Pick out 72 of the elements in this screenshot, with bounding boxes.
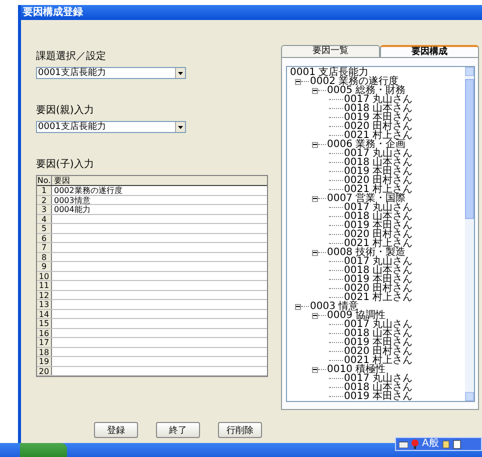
- tree-item[interactable]: 0019 本田さん: [343, 392, 413, 401]
- tab[interactable]: 要因構成: [380, 45, 479, 57]
- collapse-icon[interactable]: [312, 142, 318, 148]
- tree-item[interactable]: 0019 本田さん: [343, 113, 413, 122]
- tree-item[interactable]: 0019 本田さん: [343, 167, 413, 176]
- collapse-icon[interactable]: [295, 78, 301, 84]
- tree-item[interactable]: 0009 協調性: [326, 311, 386, 320]
- tree-item[interactable]: 0008 技術・製造: [326, 248, 406, 257]
- action-button[interactable]: 登録: [94, 422, 138, 438]
- tree-item[interactable]: 0017 丸山さん: [343, 203, 413, 212]
- row-number: 17: [37, 338, 52, 346]
- tree-item[interactable]: 0017 丸山さん: [343, 320, 413, 329]
- tab[interactable]: 要因一覧: [281, 45, 380, 57]
- table-cell[interactable]: 0003情意: [52, 196, 267, 204]
- collapse-icon[interactable]: [312, 196, 318, 202]
- tree-item[interactable]: 0021 村上さん: [343, 185, 413, 194]
- tree-item[interactable]: 0006 業務・企画: [326, 140, 406, 149]
- tree-item[interactable]: 0021 村上さん: [343, 239, 413, 248]
- ime-mode[interactable]: A般: [422, 438, 439, 450]
- row-number: 11: [37, 281, 52, 290]
- tree-item[interactable]: 0007 営業・国際: [326, 194, 406, 203]
- tree-item[interactable]: 0017 丸山さん: [343, 374, 413, 383]
- dropdown-field[interactable]: 0001支店長能力: [36, 121, 186, 133]
- dropdown-field[interactable]: 0001支店長能力: [36, 67, 186, 79]
- tree-item[interactable]: 0020 田村さん: [343, 230, 413, 239]
- row-number: 9: [37, 262, 52, 270]
- row-number: 3: [37, 205, 52, 214]
- tree-item[interactable]: 0019 本田さん: [343, 221, 413, 230]
- tree-item[interactable]: 0021 村上さん: [343, 293, 413, 302]
- row-number: 15: [37, 319, 52, 328]
- tree-item[interactable]: 0019 本田さん: [343, 338, 413, 347]
- start-button[interactable]: [20, 443, 67, 457]
- tree-item[interactable]: 0020 田村さん: [343, 347, 413, 356]
- tree-item[interactable]: 0005 総務・財務: [326, 86, 406, 95]
- window-title: 要因構成登録: [21, 5, 482, 20]
- tree-item[interactable]: 0010 積極性: [326, 365, 386, 374]
- action-button[interactable]: 終了: [156, 422, 200, 438]
- tree-item[interactable]: 0018 山本さん: [343, 212, 413, 221]
- row-number: 13: [37, 300, 52, 308]
- tree-item[interactable]: 0017 丸山さん: [343, 257, 413, 266]
- column-header: No.: [37, 176, 52, 185]
- tree-item[interactable]: 0018 山本さん: [343, 329, 413, 338]
- row-number: 1: [37, 186, 52, 194]
- tree-item[interactable]: 0020 田村さん: [343, 176, 413, 185]
- row-number: 5: [37, 224, 52, 232]
- tree-item[interactable]: 0020 田村さん: [343, 284, 413, 293]
- tree-item[interactable]: 0020 田村さん: [343, 122, 413, 131]
- collapse-icon[interactable]: [312, 312, 318, 318]
- collapse-icon[interactable]: [295, 304, 301, 310]
- tree-item[interactable]: 0018 山本さん: [343, 266, 413, 275]
- collapse-icon[interactable]: [312, 366, 318, 372]
- tree-item[interactable]: 0003 情意: [309, 302, 359, 311]
- field-label: 要因(親)入力: [36, 105, 95, 117]
- table-cell[interactable]: 0004能力: [52, 205, 267, 214]
- tree-item[interactable]: 0021 村上さん: [343, 356, 413, 365]
- collapse-icon[interactable]: [312, 250, 318, 256]
- row-number: 7: [37, 243, 52, 252]
- tree-item[interactable]: 0002 業務の遂行度: [309, 77, 399, 86]
- action-button[interactable]: 行削除: [218, 422, 262, 438]
- tree-item[interactable]: 0021 村上さん: [343, 131, 413, 140]
- tree-item[interactable]: 0018 山本さん: [343, 158, 413, 167]
- tree-item[interactable]: 0019 本田さん: [343, 275, 413, 284]
- scrollbar[interactable]: [465, 67, 474, 401]
- tree-item[interactable]: 0018 山本さん: [343, 383, 413, 392]
- table-cell[interactable]: 0002業務の遂行度: [52, 186, 267, 194]
- field-label: 課題選択／設定: [36, 51, 107, 63]
- tree-item[interactable]: 0017 丸山さん: [343, 149, 413, 158]
- collapse-icon[interactable]: [312, 88, 318, 94]
- field-label: 要因(子)入力: [36, 159, 95, 171]
- tree-item[interactable]: 0018 山本さん: [343, 104, 413, 113]
- tree-item[interactable]: 0017 丸山さん: [343, 95, 413, 104]
- row-number: 19: [37, 357, 52, 366]
